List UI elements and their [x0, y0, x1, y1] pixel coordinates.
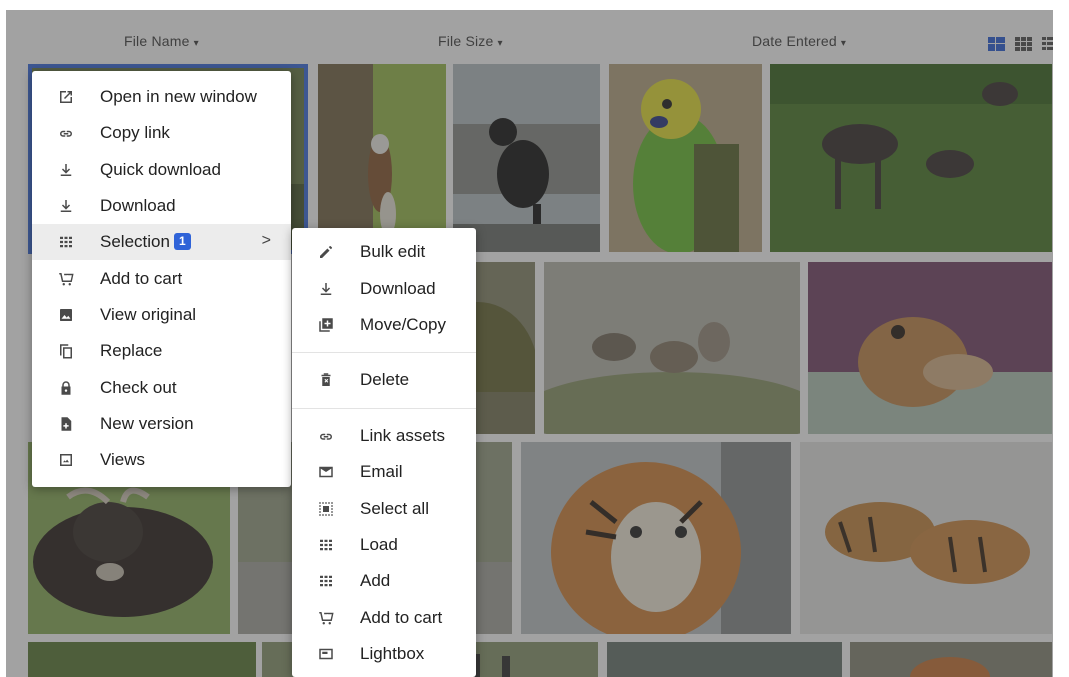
- grid-icon: [292, 536, 360, 554]
- menu-label: Download: [100, 196, 176, 216]
- submenu-label: Move/Copy: [360, 314, 446, 334]
- pencil-icon: [292, 243, 360, 261]
- submenu-lightbox[interactable]: Lightbox: [292, 636, 476, 672]
- grid-view-icon[interactable]: [1015, 37, 1032, 51]
- tile-image-3[interactable]: [28, 642, 256, 677]
- submenu-label: Lightbox: [360, 644, 425, 664]
- list-view-icon[interactable]: [1042, 37, 1059, 51]
- menu-label: Views: [100, 450, 146, 470]
- tile-tigers-snow[interactable]: [800, 442, 1052, 634]
- sort-file-size[interactable]: File Size ▾: [438, 33, 503, 49]
- submenu-label: Add to cart: [360, 607, 443, 627]
- mosaic-view-icon[interactable]: [988, 37, 1005, 51]
- open-new-window-icon: [32, 88, 100, 106]
- submenu-download[interactable]: Download: [292, 270, 476, 306]
- submenu-delete[interactable]: Delete: [292, 362, 476, 398]
- menu-replace[interactable]: Replace: [32, 333, 291, 369]
- new-file-icon: [32, 415, 100, 433]
- menu-label: Add to cart: [100, 268, 183, 288]
- views-icon: [32, 451, 100, 469]
- tile-dog-under-blanket[interactable]: [808, 262, 1052, 434]
- submenu-select-all[interactable]: Select all: [292, 490, 476, 526]
- lock-icon: [32, 379, 100, 397]
- asset-browser: File Name ▾ File Size ▾ Date Entered ▾ O…: [0, 0, 1069, 677]
- menu-new-version[interactable]: New version: [32, 406, 291, 442]
- menu-label: Check out: [100, 377, 177, 397]
- selection-count-badge: 1: [173, 232, 191, 250]
- download-icon: [32, 197, 100, 215]
- tile-black-cat[interactable]: [453, 64, 600, 252]
- submenu-label: Download: [360, 278, 436, 298]
- select-all-icon: [292, 500, 360, 518]
- email-icon: [292, 463, 360, 481]
- menu-view-original[interactable]: View original: [32, 297, 291, 333]
- lightbox-icon: [292, 645, 360, 663]
- menu-views[interactable]: Views: [32, 442, 291, 478]
- menu-label: Copy link: [100, 123, 170, 143]
- copy-icon: [32, 342, 100, 360]
- submenu-move-copy[interactable]: Move/Copy: [292, 307, 476, 343]
- menu-label: Replace: [100, 341, 163, 361]
- sort-header: File Name ▾ File Size ▾ Date Entered ▾: [0, 0, 1069, 62]
- tile-moose[interactable]: [770, 64, 1052, 252]
- submenu-email[interactable]: Email: [292, 454, 476, 490]
- submenu-label: Select all: [360, 498, 429, 518]
- image-icon: [32, 306, 100, 324]
- submenu-label: Email: [360, 462, 403, 482]
- sort-file-name[interactable]: File Name ▾: [124, 33, 199, 49]
- link-icon: [292, 427, 360, 445]
- menu-label: Selection: [100, 232, 170, 252]
- submenu-label: Add: [360, 571, 391, 591]
- context-menu: Open in new window Copy link Quick downl…: [32, 71, 291, 487]
- selection-submenu: Bulk edit Download Move/Copy Delete Link…: [292, 228, 476, 677]
- menu-download[interactable]: Download: [32, 188, 291, 224]
- menu-open-in-new-window[interactable]: Open in new window: [32, 79, 291, 115]
- cart-icon: [32, 270, 100, 288]
- tile-tiger[interactable]: [521, 442, 791, 634]
- menu-copy-link[interactable]: Copy link: [32, 115, 291, 151]
- chevron-right-icon: >: [261, 232, 271, 250]
- submenu-label: Load: [360, 534, 398, 554]
- submenu-bulk-edit[interactable]: Bulk edit: [292, 234, 476, 270]
- tile-image-5[interactable]: [607, 642, 842, 677]
- menu-label: Open in new window: [100, 87, 257, 107]
- menu-quick-download[interactable]: Quick download: [32, 152, 291, 188]
- submenu-divider: [292, 407, 476, 409]
- tile-image-6[interactable]: [850, 642, 1052, 677]
- menu-label: New version: [100, 413, 194, 433]
- link-icon: [32, 124, 100, 142]
- tile-squirrel[interactable]: [318, 64, 446, 252]
- sort-date-entered[interactable]: Date Entered ▾: [752, 33, 846, 49]
- view-toggles: [988, 37, 1059, 51]
- tile-wolves[interactable]: [544, 262, 800, 434]
- submenu-link-assets[interactable]: Link assets: [292, 418, 476, 454]
- grid-icon: [292, 572, 360, 590]
- grid-icon: [32, 233, 100, 251]
- submenu-label: Delete: [360, 370, 410, 390]
- submenu-divider: [292, 352, 476, 354]
- menu-label: Quick download: [100, 159, 221, 179]
- menu-add-to-cart[interactable]: Add to cart: [32, 260, 291, 296]
- cart-icon: [292, 609, 360, 627]
- download-icon: [32, 161, 100, 179]
- tile-budgerigar[interactable]: [609, 64, 762, 252]
- menu-selection[interactable]: Selection 1 >: [32, 224, 291, 261]
- submenu-add-to-cart[interactable]: Add to cart: [292, 600, 476, 636]
- menu-check-out[interactable]: Check out: [32, 369, 291, 405]
- submenu-load[interactable]: Load: [292, 527, 476, 563]
- submenu-add[interactable]: Add: [292, 563, 476, 599]
- move-copy-icon: [292, 316, 360, 334]
- submenu-label: Link assets: [360, 425, 446, 445]
- trash-icon: [292, 371, 360, 389]
- submenu-label: Bulk edit: [360, 242, 426, 262]
- download-icon: [292, 280, 360, 298]
- menu-label: View original: [100, 304, 197, 324]
